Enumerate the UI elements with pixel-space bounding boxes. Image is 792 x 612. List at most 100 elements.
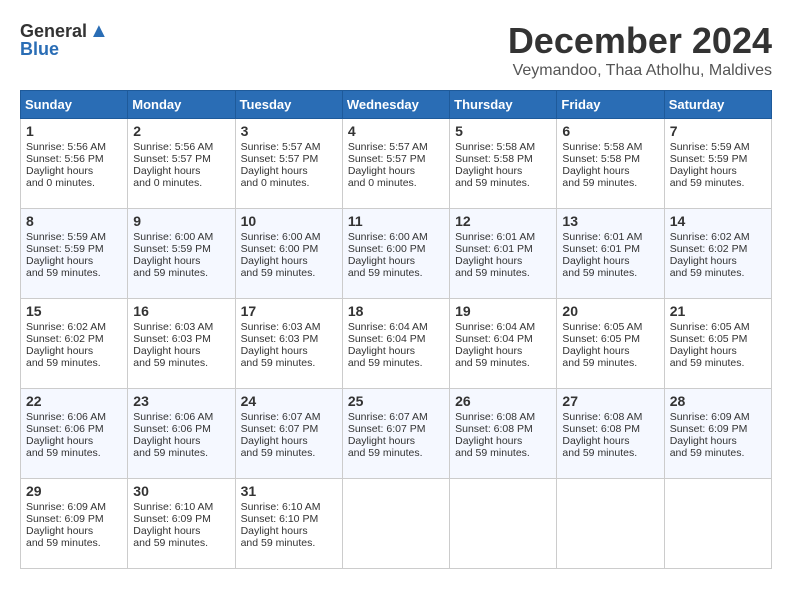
- sunset-text: Sunset: 5:57 PM: [241, 153, 337, 165]
- sunset-text: Sunset: 6:04 PM: [455, 333, 551, 345]
- daylight-value: and 59 minutes.: [241, 537, 337, 549]
- day-number: 30: [133, 483, 229, 499]
- daylight-value: and 59 minutes.: [26, 537, 122, 549]
- logo: General ▲ Blue: [20, 20, 109, 60]
- calendar-cell: 12Sunrise: 6:01 AMSunset: 6:01 PMDayligh…: [450, 209, 557, 299]
- sunset-text: Sunset: 5:58 PM: [455, 153, 551, 165]
- calendar-cell: 31Sunrise: 6:10 AMSunset: 6:10 PMDayligh…: [235, 479, 342, 569]
- sunrise-text: Sunrise: 6:10 AM: [133, 501, 229, 513]
- daylight-value: and 59 minutes.: [133, 447, 229, 459]
- calendar-cell: [342, 479, 449, 569]
- day-number: 5: [455, 123, 551, 139]
- header-saturday: Saturday: [664, 91, 771, 119]
- day-number: 18: [348, 303, 444, 319]
- sunrise-text: Sunrise: 6:02 AM: [26, 321, 122, 333]
- daylight-value: and 59 minutes.: [26, 267, 122, 279]
- daylight-label: Daylight hours: [670, 255, 766, 267]
- sunrise-text: Sunrise: 6:09 AM: [670, 411, 766, 423]
- day-number: 19: [455, 303, 551, 319]
- day-number: 7: [670, 123, 766, 139]
- daylight-label: Daylight hours: [241, 525, 337, 537]
- sunset-text: Sunset: 6:09 PM: [670, 423, 766, 435]
- daylight-label: Daylight hours: [455, 435, 551, 447]
- daylight-value: and 59 minutes.: [670, 267, 766, 279]
- sunrise-text: Sunrise: 6:00 AM: [348, 231, 444, 243]
- sunset-text: Sunset: 6:00 PM: [241, 243, 337, 255]
- day-number: 10: [241, 213, 337, 229]
- calendar-cell: 28 Sunrise: 6:09 AMSunset: 6:09 PMDayligh…: [664, 389, 771, 479]
- daylight-label: Daylight hours: [348, 345, 444, 357]
- sunset-text: Sunset: 6:05 PM: [562, 333, 658, 345]
- month-title: December 2024: [508, 20, 772, 62]
- day-number: 25: [348, 393, 444, 409]
- calendar-cell: 24Sunrise: 6:07 AMSunset: 6:07 PMDayligh…: [235, 389, 342, 479]
- daylight-value: and 59 minutes.: [455, 447, 551, 459]
- day-number: 14: [670, 213, 766, 229]
- sunset-text: Sunset: 6:07 PM: [241, 423, 337, 435]
- page-header: General ▲ Blue December 2024 Veymandoo, …: [20, 20, 772, 80]
- calendar-cell: 23Sunrise: 6:06 AMSunset: 6:06 PMDayligh…: [128, 389, 235, 479]
- calendar-week-row: 1Sunrise: 5:56 AMSunset: 5:56 PMDaylight…: [21, 119, 772, 209]
- day-number: 28: [670, 393, 766, 409]
- sunset-text: Sunset: 6:06 PM: [26, 423, 122, 435]
- daylight-label: Daylight hours: [562, 165, 658, 177]
- calendar-cell: 30Sunrise: 6:10 AMSunset: 6:09 PMDayligh…: [128, 479, 235, 569]
- sunset-text: Sunset: 5:56 PM: [26, 153, 122, 165]
- calendar-cell: 20Sunrise: 6:05 AMSunset: 6:05 PMDayligh…: [557, 299, 664, 389]
- sunrise-text: Sunrise: 5:58 AM: [455, 141, 551, 153]
- sunrise-text: Sunrise: 6:04 AM: [455, 321, 551, 333]
- daylight-value: and 59 minutes.: [133, 357, 229, 369]
- sunset-text: Sunset: 6:01 PM: [455, 243, 551, 255]
- daylight-label: Daylight hours: [670, 435, 766, 447]
- daylight-label: Daylight hours: [348, 255, 444, 267]
- daylight-label: Daylight hours: [670, 165, 766, 177]
- calendar-cell: 13Sunrise: 6:01 AMSunset: 6:01 PMDayligh…: [557, 209, 664, 299]
- sunrise-text: Sunrise: 6:05 AM: [670, 321, 766, 333]
- daylight-value: and 59 minutes.: [562, 447, 658, 459]
- sunrise-text: Sunrise: 5:56 AM: [133, 141, 229, 153]
- calendar-table: SundayMondayTuesdayWednesdayThursdayFrid…: [20, 90, 772, 569]
- calendar-cell: 7Sunrise: 5:59 AMSunset: 5:59 PMDaylight…: [664, 119, 771, 209]
- day-number: 20: [562, 303, 658, 319]
- day-number: 22: [26, 393, 122, 409]
- calendar-week-row: 8Sunrise: 5:59 AMSunset: 5:59 PMDaylight…: [21, 209, 772, 299]
- calendar-cell: 11Sunrise: 6:00 AMSunset: 6:00 PMDayligh…: [342, 209, 449, 299]
- sunrise-text: Sunrise: 6:09 AM: [26, 501, 122, 513]
- sunset-text: Sunset: 6:07 PM: [348, 423, 444, 435]
- daylight-label: Daylight hours: [26, 165, 122, 177]
- sunrise-text: Sunrise: 6:03 AM: [133, 321, 229, 333]
- day-number: 17: [241, 303, 337, 319]
- sunrise-text: Sunrise: 6:07 AM: [348, 411, 444, 423]
- sunset-text: Sunset: 6:04 PM: [348, 333, 444, 345]
- calendar-cell: 26Sunrise: 6:08 AMSunset: 6:08 PMDayligh…: [450, 389, 557, 479]
- calendar-cell: 25Sunrise: 6:07 AMSunset: 6:07 PMDayligh…: [342, 389, 449, 479]
- daylight-value: and 59 minutes.: [241, 447, 337, 459]
- sunrise-text: Sunrise: 6:06 AM: [26, 411, 122, 423]
- day-number: 12: [455, 213, 551, 229]
- daylight-value: and 59 minutes.: [562, 267, 658, 279]
- sunrise-text: Sunrise: 5:59 AM: [26, 231, 122, 243]
- daylight-label: Daylight hours: [455, 345, 551, 357]
- day-number: 29: [26, 483, 122, 499]
- calendar-cell: 5Sunrise: 5:58 AMSunset: 5:58 PMDaylight…: [450, 119, 557, 209]
- calendar-cell: 29Sunrise: 6:09 AMSunset: 6:09 PMDayligh…: [21, 479, 128, 569]
- calendar-week-row: 29Sunrise: 6:09 AMSunset: 6:09 PMDayligh…: [21, 479, 772, 569]
- header-wednesday: Wednesday: [342, 91, 449, 119]
- sunset-text: Sunset: 6:02 PM: [670, 243, 766, 255]
- sunset-text: Sunset: 5:59 PM: [133, 243, 229, 255]
- day-number: 9: [133, 213, 229, 229]
- daylight-value: and 59 minutes.: [455, 267, 551, 279]
- day-number: 31: [241, 483, 337, 499]
- daylight-value: and 59 minutes.: [133, 537, 229, 549]
- sunrise-text: Sunrise: 6:08 AM: [455, 411, 551, 423]
- daylight-label: Daylight hours: [455, 255, 551, 267]
- sunset-text: Sunset: 6:10 PM: [241, 513, 337, 525]
- calendar-cell: 9Sunrise: 6:00 AMSunset: 5:59 PMDaylight…: [128, 209, 235, 299]
- day-number: 27: [562, 393, 658, 409]
- sunset-text: Sunset: 6:02 PM: [26, 333, 122, 345]
- calendar-cell: 4Sunrise: 5:57 AMSunset: 5:57 PMDaylight…: [342, 119, 449, 209]
- calendar-cell: 10Sunrise: 6:00 AMSunset: 6:00 PMDayligh…: [235, 209, 342, 299]
- daylight-value: and 59 minutes.: [670, 177, 766, 189]
- calendar-cell: 3Sunrise: 5:57 AMSunset: 5:57 PMDaylight…: [235, 119, 342, 209]
- daylight-value: and 59 minutes.: [348, 447, 444, 459]
